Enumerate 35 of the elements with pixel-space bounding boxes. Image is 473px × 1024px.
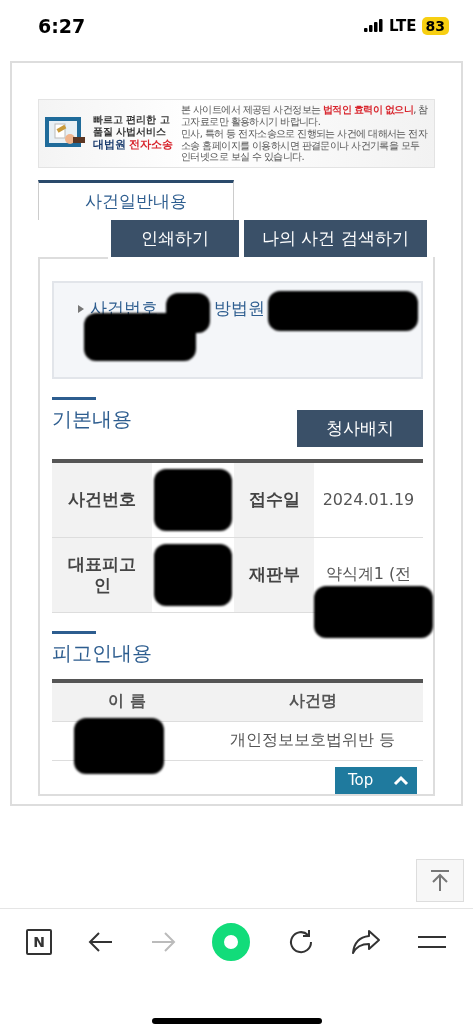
battery-level: 83 [421,16,449,35]
table-header-cell: 대표피고인 [52,537,152,613]
scroll-to-top-button[interactable] [416,859,464,903]
share-icon[interactable] [350,928,381,955]
table-header-cell: 사건번호 [52,462,152,538]
banner-tagline: 빠르고 편리한 고품질 사법서비스 [93,114,171,138]
service-banner[interactable]: 빠르고 편리한 고품질 사법서비스 대법원 전자소송 본 사이트에서 제공된 사건정보는 법적인 효력이 없으니, 참고자료로만 활용하시기 바랍니다. 민사, 특허 등 전자소송으로 진행되는 사건에 대해서는 전자소송 홈페이지를 이용하시면 판결문이나 사건기록을 모두 인터넷으로 보실 수 있습니다. [38,99,435,168]
menu-icon[interactable] [416,933,447,950]
column-header: 사건명 [202,682,423,722]
table-cell: 약식계1 (전 [325,564,412,586]
banner-notice: 민사, 특허 등 전자소송으로 진행되는 사건에 대해서는 전자소송 홈페이지를 이용하시면 판결문이나 사건기록을 모두 인터넷으로 보실 수 있습니다. [181,128,428,163]
table-header-cell: 재판부 [234,537,314,613]
section-title: 기본내용 [52,405,132,433]
print-button[interactable]: 인쇄하기 [111,219,239,257]
table-header-cell: 접수일 [234,462,314,538]
signal-icon [363,19,384,33]
banner-notice: 본 사이트에서 제공된 사건정보는 법적인 효력이 없으니, 참고자료로만 활용하시기 바랍니다. [181,104,428,128]
table-cell: 개인정보보호법위반 등 [229,730,396,752]
arrow-up-icon [428,868,452,893]
chevron-up-icon [393,774,409,786]
tab[interactable]: 사건일반내용 [38,179,234,220]
section-title: 피고인내용 [52,639,152,667]
court-label: 방법원 [214,296,265,320]
search-case-button[interactable]: 나의 사건 검색하기 [244,219,427,257]
brand-name: 대법원 [93,137,126,153]
network-label: LTE [388,16,417,35]
status-time: 6:27 [38,14,86,37]
bullet-icon [78,304,84,313]
home-logo-button[interactable]: N [26,928,53,955]
table-cell: 2024.01.19 [322,490,415,510]
top-button[interactable]: Top [335,766,417,794]
column-header: 이 름 [52,682,202,722]
brand-service: 전자소송 [129,137,173,153]
court-map-button[interactable]: 청사배치 [297,409,423,447]
back-icon[interactable] [88,930,115,953]
